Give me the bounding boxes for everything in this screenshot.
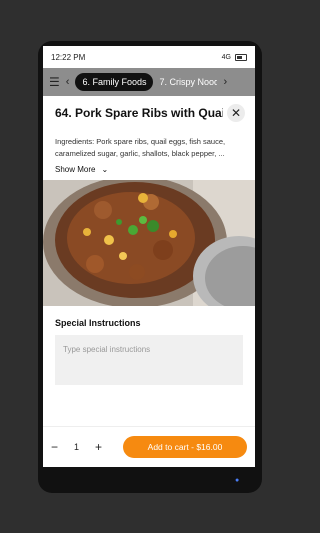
tab-family-foods[interactable]: 6. Family Foods <box>75 73 154 91</box>
ingredients-text: Ingredients: Pork spare ribs, quail eggs… <box>55 137 226 158</box>
indicator-icon: ● <box>235 477 240 484</box>
status-time: 12:22 PM <box>51 52 86 62</box>
battery-icon <box>235 53 247 61</box>
food-image <box>43 180 255 306</box>
quantity-stepper: − 1 + <box>51 440 102 454</box>
status-bar: 12:22 PM 4G <box>43 46 255 68</box>
plus-icon[interactable]: + <box>95 440 102 454</box>
cart-bar: − 1 + Add to cart - $16.00 <box>43 426 255 467</box>
show-more-label: Show More <box>55 165 96 174</box>
close-icon[interactable]: ✕ <box>227 104 245 122</box>
volume-button <box>258 122 262 162</box>
chevron-right-icon[interactable]: › <box>223 76 227 88</box>
chevron-down-icon: ⌄ <box>101 165 109 174</box>
special-instructions-label: Special Instructions <box>55 318 141 328</box>
add-to-cart-button[interactable]: Add to cart - $16.00 <box>123 436 247 458</box>
signal-icon: 4G <box>221 53 231 61</box>
menu-icon[interactable]: ☰ <box>49 75 60 89</box>
app-screen: 12:22 PM 4G ☰ ‹ 6. Family Foods 7. Crisp… <box>43 46 255 467</box>
show-more-button[interactable]: Show More ⌄ <box>43 160 255 174</box>
category-bar: ☰ ‹ 6. Family Foods 7. Crispy Noodles › <box>43 68 255 96</box>
power-button <box>258 205 262 230</box>
minus-icon[interactable]: − <box>51 440 58 454</box>
chevron-left-icon[interactable]: ‹ <box>66 76 70 88</box>
quantity-value: 1 <box>74 442 80 452</box>
item-title: 64. Pork Spare Ribs with Quail Eggs <box>55 106 223 120</box>
tab-crispy-noodles[interactable]: 7. Crispy Noodles <box>159 77 217 87</box>
special-instructions-input[interactable] <box>55 335 243 385</box>
item-header: 64. Pork Spare Ribs with Quail Eggs ✕ <box>43 96 255 122</box>
